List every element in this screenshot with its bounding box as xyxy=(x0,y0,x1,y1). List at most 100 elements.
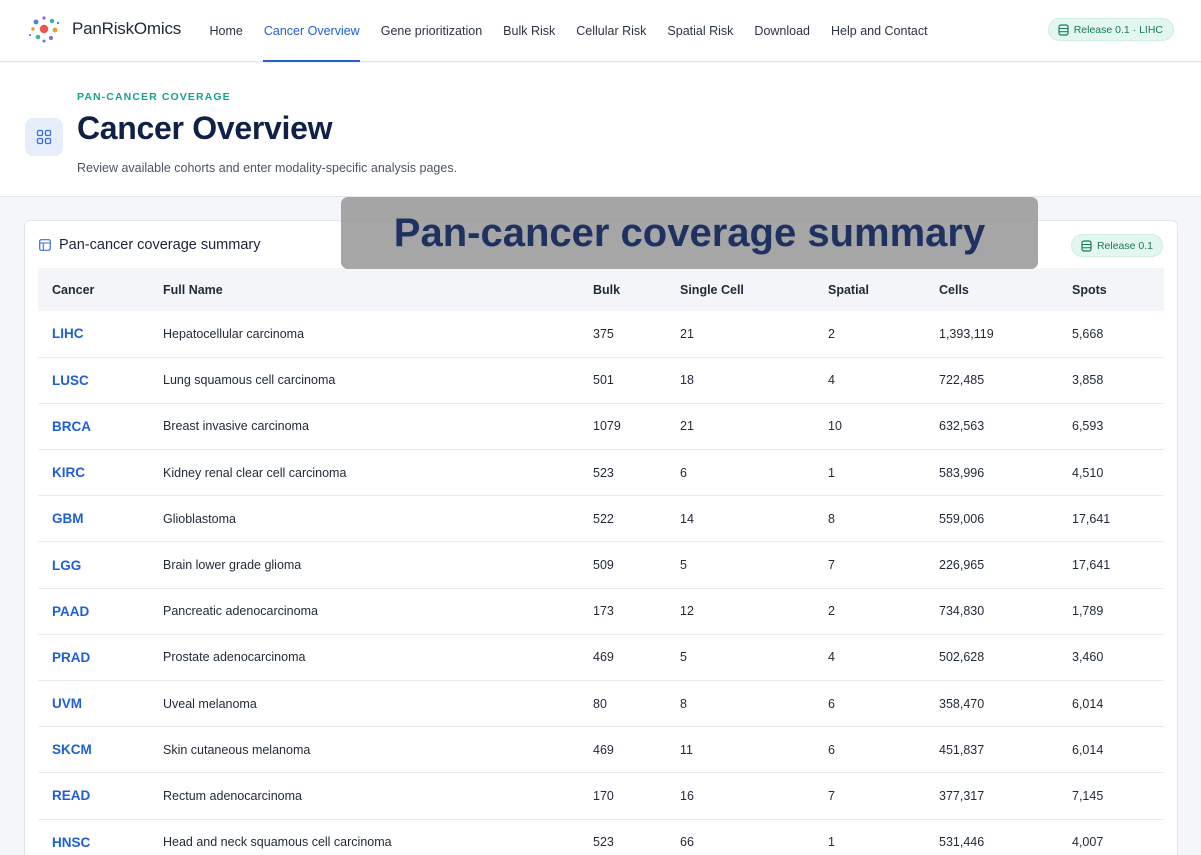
cell-single-cell: 21 xyxy=(680,326,694,341)
cell-full-name: Breast invasive carcinoma xyxy=(163,419,309,434)
table-icon xyxy=(39,239,51,251)
cell-full-name: Head and neck squamous cell carcinoma xyxy=(163,835,392,850)
table-row[interactable]: KIRC Kidney renal clear cell carcinoma 5… xyxy=(38,450,1164,496)
nav-item-cellular-risk[interactable]: Cellular Risk xyxy=(566,0,657,62)
cell-bulk: 522 xyxy=(593,511,614,526)
table-row[interactable]: BRCA Breast invasive carcinoma 1079 21 1… xyxy=(38,403,1164,450)
cell-single-cell: 66 xyxy=(680,835,694,850)
cell-single-cell: 18 xyxy=(680,373,694,388)
cancer-link[interactable]: LIHC xyxy=(52,326,84,341)
molecule-logo-icon xyxy=(28,16,60,43)
brand-name: PanRiskOmics xyxy=(72,19,182,38)
nav-item-spatial-risk[interactable]: Spatial Risk xyxy=(657,0,744,62)
cell-bulk: 523 xyxy=(593,465,614,480)
nav-item-home[interactable]: Home xyxy=(199,0,253,62)
cell-spatial: 8 xyxy=(828,511,835,526)
nav-item-gene-prioritization[interactable]: Gene prioritization xyxy=(370,0,492,62)
table-row[interactable]: SKCM Skin cutaneous melanoma 469 11 6 45… xyxy=(38,727,1164,773)
table-row[interactable]: PAAD Pancreatic adenocarcinoma 173 12 2 … xyxy=(38,588,1164,635)
cell-spatial: 2 xyxy=(828,326,835,341)
cell-spatial: 4 xyxy=(828,650,835,665)
cell-spatial: 7 xyxy=(828,788,835,803)
cancer-link[interactable]: UVM xyxy=(52,696,82,711)
cell-cells: 734,830 xyxy=(939,604,985,619)
table-row[interactable]: HNSC Head and neck squamous cell carcino… xyxy=(38,819,1164,855)
cell-spatial: 1 xyxy=(828,835,835,850)
cancer-link[interactable]: PAAD xyxy=(52,604,89,619)
section-caption-banner: Pan-cancer coverage summary xyxy=(341,197,1038,269)
column-header-cancer[interactable]: Cancer xyxy=(38,268,149,311)
cell-spatial: 2 xyxy=(828,604,835,619)
table-row[interactable]: UVM Uveal melanoma 80 8 6 358,470 6,014 xyxy=(38,681,1164,727)
card-title: Pan-cancer coverage summary xyxy=(39,237,260,253)
table-row[interactable]: LUSC Lung squamous cell carcinoma 501 18… xyxy=(38,357,1164,404)
cancer-link[interactable]: PRAD xyxy=(52,650,90,665)
cell-spots: 4,510 xyxy=(1072,465,1104,480)
column-header-bulk[interactable]: Bulk xyxy=(579,268,666,311)
cell-cells: 559,006 xyxy=(939,511,985,526)
cell-spots: 17,641 xyxy=(1072,511,1111,526)
column-header-spatial[interactable]: Spatial xyxy=(814,268,925,311)
cell-cells: 531,446 xyxy=(939,835,985,850)
cell-single-cell: 11 xyxy=(680,742,693,757)
top-nav-bar: PanRiskOmics Home Cancer Overview Gene p… xyxy=(0,0,1201,62)
cell-single-cell: 8 xyxy=(680,696,687,711)
cell-spatial: 7 xyxy=(828,558,835,573)
cell-bulk: 501 xyxy=(593,373,614,388)
brand[interactable]: PanRiskOmics xyxy=(27,13,181,45)
cell-spots: 5,668 xyxy=(1072,326,1104,341)
cell-single-cell: 5 xyxy=(680,558,687,573)
cell-spots: 17,641 xyxy=(1072,558,1111,573)
nav-item-help-contact[interactable]: Help and Contact xyxy=(821,0,939,62)
cell-cells: 451,837 xyxy=(939,742,985,757)
cancer-link[interactable]: KIRC xyxy=(52,465,85,480)
cell-bulk: 469 xyxy=(593,742,614,757)
cell-cells: 632,563 xyxy=(939,419,985,434)
column-header-full-name[interactable]: Full Name xyxy=(149,268,579,311)
coverage-summary-card: Pan-cancer coverage summary Release 0.1 … xyxy=(24,220,1178,855)
cell-full-name: Rectum adenocarcinoma xyxy=(163,788,302,803)
table-row[interactable]: GBM Glioblastoma 522 14 8 559,006 17,641 xyxy=(38,496,1164,542)
cell-spots: 6,014 xyxy=(1072,696,1104,711)
coverage-table: Cancer Full Name Bulk Single Cell Spatia… xyxy=(38,268,1164,855)
cell-spots: 6,014 xyxy=(1072,742,1104,757)
page-title: Cancer Overview xyxy=(77,110,333,146)
cell-cells: 358,470 xyxy=(939,696,985,711)
table-row[interactable]: LGG Brain lower grade glioma 509 5 7 226… xyxy=(38,542,1164,589)
cell-single-cell: 12 xyxy=(680,604,694,619)
cancer-link[interactable]: BRCA xyxy=(52,419,91,434)
page-header: PAN-CANCER COVERAGE Cancer Overview Revi… xyxy=(0,63,1201,197)
cell-cells: 1,393,119 xyxy=(939,326,994,341)
cell-full-name: Glioblastoma xyxy=(163,511,236,526)
nav-item-download[interactable]: Download xyxy=(744,0,821,62)
nav-item-bulk-risk[interactable]: Bulk Risk xyxy=(493,0,566,62)
column-header-single-cell[interactable]: Single Cell xyxy=(666,268,814,311)
table-row[interactable]: PRAD Prostate adenocarcinoma 469 5 4 502… xyxy=(38,634,1164,681)
nav-item-cancer-overview[interactable]: Cancer Overview xyxy=(253,0,370,62)
release-badge-label: Release 0.1 · LIHC xyxy=(1073,23,1163,36)
page-subtitle: Review available cohorts and enter modal… xyxy=(77,161,458,175)
cell-spots: 3,460 xyxy=(1072,650,1104,665)
cell-full-name: Pancreatic adenocarcinoma xyxy=(163,604,318,619)
cancer-link[interactable]: HNSC xyxy=(52,835,90,850)
cell-spots: 3,858 xyxy=(1072,373,1104,388)
cell-cells: 502,628 xyxy=(939,650,985,665)
cell-cells: 226,965 xyxy=(939,558,985,573)
cancer-link[interactable]: READ xyxy=(52,788,90,803)
column-header-spots[interactable]: Spots xyxy=(1058,268,1164,311)
cancer-link[interactable]: GBM xyxy=(52,511,84,526)
cell-single-cell: 14 xyxy=(680,511,694,526)
table-row[interactable]: LIHC Hepatocellular carcinoma 375 21 2 1… xyxy=(38,311,1164,358)
cell-bulk: 469 xyxy=(593,650,614,665)
column-header-cells[interactable]: Cells xyxy=(925,268,1058,311)
card-release-badge[interactable]: Release 0.1 xyxy=(1070,234,1163,257)
cancer-link[interactable]: SKCM xyxy=(52,742,92,757)
cell-full-name: Brain lower grade glioma xyxy=(163,558,302,573)
cancer-link[interactable]: LGG xyxy=(52,558,81,573)
grid-icon xyxy=(25,118,63,156)
cancer-link[interactable]: LUSC xyxy=(52,373,89,388)
cell-spatial: 4 xyxy=(828,373,835,388)
cell-full-name: Hepatocellular carcinoma xyxy=(163,326,305,341)
table-row[interactable]: READ Rectum adenocarcinoma 170 16 7 377,… xyxy=(38,773,1164,820)
release-badge[interactable]: Release 0.1 · LIHC xyxy=(1047,18,1174,41)
